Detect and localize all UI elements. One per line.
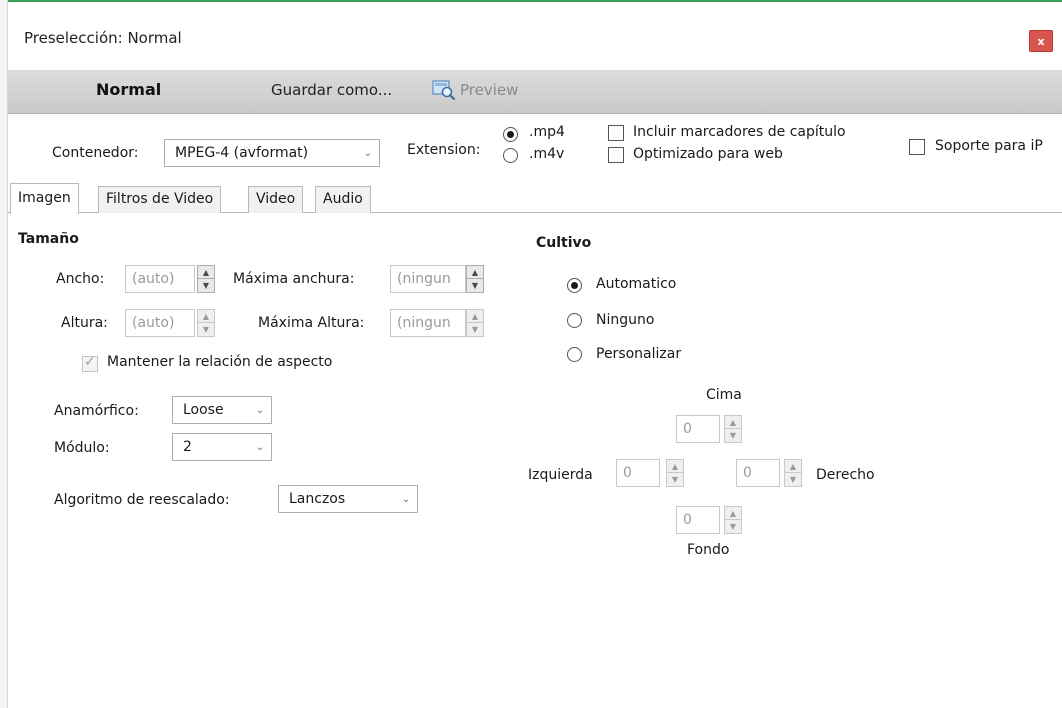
keep-aspect-checkbox[interactable] xyxy=(82,354,98,372)
title-bar: Preselección: Normal x xyxy=(8,2,1062,78)
close-icon: x xyxy=(1037,34,1045,48)
spin-down-icon[interactable]: ▼ xyxy=(725,429,741,442)
crop-top-spinner[interactable]: ▲ ▼ xyxy=(724,415,742,443)
crop-right-spinner[interactable]: ▲ ▼ xyxy=(784,459,802,487)
save-as-button[interactable]: Guardar como... xyxy=(271,81,392,99)
dialog-window: Preselección: Normal x Normal Guardar co… xyxy=(0,0,1062,708)
spin-up-icon[interactable]: ▲ xyxy=(725,416,741,429)
spin-up-icon[interactable]: ▲ xyxy=(198,310,214,323)
extension-label: Extension: xyxy=(407,142,481,158)
anamorphic-label: Anamórfico: xyxy=(54,403,139,419)
tab-filtros-de-video[interactable]: Filtros de Video xyxy=(98,186,222,213)
scaler-select-value: Lanczos xyxy=(289,491,346,507)
tab-audio[interactable]: Audio xyxy=(315,186,371,213)
container-settings-row: Contenedor: MPEG-4 (avformat) ⌄ Extensio… xyxy=(8,115,1062,183)
crop-auto-label: Automatico xyxy=(596,276,677,292)
height-label: Altura: xyxy=(61,315,108,331)
crop-custom-label: Personalizar xyxy=(596,346,682,362)
crop-top-label: Cima xyxy=(706,387,742,403)
window-left-edge xyxy=(0,0,8,708)
height-field[interactable]: (auto) xyxy=(125,309,195,337)
container-label: Contenedor: xyxy=(52,145,139,161)
ext-m4v-radio[interactable] xyxy=(503,148,518,163)
chevron-down-icon: ⌄ xyxy=(255,441,265,453)
ext-mp4-label: .mp4 xyxy=(529,124,565,140)
ipod-support-checkbox[interactable] xyxy=(909,139,925,155)
close-button[interactable]: x xyxy=(1029,30,1053,52)
crop-custom-radio[interactable] xyxy=(567,347,582,362)
chapter-markers-checkbox[interactable] xyxy=(608,125,624,141)
crop-right-label: Derecho xyxy=(816,467,875,483)
tab-imagen[interactable]: Imagen xyxy=(10,183,79,214)
spin-up-icon[interactable]: ▲ xyxy=(785,460,801,473)
crop-left-label: Izquierda xyxy=(528,467,593,483)
spin-up-icon[interactable]: ▲ xyxy=(725,507,741,520)
max-height-field[interactable]: (ningun xyxy=(390,309,466,337)
crop-top-field[interactable]: 0 xyxy=(676,415,720,443)
scaler-label: Algoritmo de reescalado: xyxy=(54,492,230,508)
spin-down-icon[interactable]: ▼ xyxy=(198,323,214,336)
web-optimized-label: Optimizado para web xyxy=(633,146,783,162)
spin-down-icon[interactable]: ▼ xyxy=(785,473,801,486)
container-select[interactable]: MPEG-4 (avformat) ⌄ xyxy=(164,139,380,167)
chevron-down-icon: ⌄ xyxy=(401,493,411,505)
spin-down-icon[interactable]: ▼ xyxy=(725,520,741,533)
preview-magnifier-icon[interactable] xyxy=(432,79,456,101)
width-field[interactable]: (auto) xyxy=(125,265,195,293)
spin-down-icon[interactable]: ▼ xyxy=(667,473,683,486)
max-width-spinner[interactable]: ▲ ▼ xyxy=(466,265,484,293)
tab-video[interactable]: Video xyxy=(248,186,304,213)
ext-mp4-radio[interactable] xyxy=(503,127,518,142)
crop-bottom-spinner[interactable]: ▲ ▼ xyxy=(724,506,742,534)
width-label: Ancho: xyxy=(56,271,105,287)
chevron-down-icon: ⌄ xyxy=(363,147,373,159)
web-optimized-checkbox[interactable] xyxy=(608,147,624,163)
spin-down-icon[interactable]: ▼ xyxy=(198,279,214,292)
imagen-tab-panel: Tamaño Ancho: (auto) ▲ ▼ Máxima anchura:… xyxy=(8,214,1062,708)
crop-section-title: Cultivo xyxy=(536,235,592,251)
chapter-markers-label: Incluir marcadores de capítulo xyxy=(633,124,846,140)
max-height-label: Máxima Altura: xyxy=(258,315,365,331)
max-width-label: Máxima anchura: xyxy=(233,271,355,287)
spin-down-icon[interactable]: ▼ xyxy=(467,323,483,336)
spin-down-icon[interactable]: ▼ xyxy=(467,279,483,292)
max-height-spinner[interactable]: ▲ ▼ xyxy=(466,309,484,337)
modulus-label: Módulo: xyxy=(54,440,110,456)
crop-right-field[interactable]: 0 xyxy=(736,459,780,487)
anamorphic-select[interactable]: Loose ⌄ xyxy=(172,396,272,424)
chevron-down-icon: ⌄ xyxy=(255,404,265,416)
size-section-title: Tamaño xyxy=(18,231,79,247)
settings-tabs: Imagen Filtros de Video Video Audio xyxy=(8,183,1062,214)
crop-left-spinner[interactable]: ▲ ▼ xyxy=(666,459,684,487)
modulus-select-value: 2 xyxy=(183,439,192,455)
ipod-support-label: Soporte para iP xyxy=(935,138,1043,154)
max-width-field[interactable]: (ningun xyxy=(390,265,466,293)
crop-left-field[interactable]: 0 xyxy=(616,459,660,487)
crop-auto-radio[interactable] xyxy=(567,278,582,293)
spin-up-icon[interactable]: ▲ xyxy=(467,310,483,323)
width-spinner[interactable]: ▲ ▼ xyxy=(197,265,215,293)
keep-aspect-label: Mantener la relación de aspecto xyxy=(107,354,333,370)
modulus-select[interactable]: 2 ⌄ xyxy=(172,433,272,461)
crop-bottom-label: Fondo xyxy=(687,542,730,558)
crop-none-label: Ninguno xyxy=(596,312,655,328)
scaler-select[interactable]: Lanczos ⌄ xyxy=(278,485,418,513)
container-select-value: MPEG-4 (avformat) xyxy=(175,145,309,161)
ext-m4v-label: .m4v xyxy=(529,146,565,162)
spin-up-icon[interactable]: ▲ xyxy=(198,266,214,279)
crop-bottom-field[interactable]: 0 xyxy=(676,506,720,534)
preview-button[interactable]: Preview xyxy=(460,81,518,99)
spin-up-icon[interactable]: ▲ xyxy=(667,460,683,473)
preset-toolbar: Normal Guardar como... Preview xyxy=(8,70,1062,114)
spin-up-icon[interactable]: ▲ xyxy=(467,266,483,279)
crop-none-radio[interactable] xyxy=(567,313,582,328)
anamorphic-select-value: Loose xyxy=(183,402,224,418)
height-spinner[interactable]: ▲ ▼ xyxy=(197,309,215,337)
preset-name-button[interactable]: Normal xyxy=(96,80,161,99)
window-title: Preselección: Normal xyxy=(24,29,182,47)
